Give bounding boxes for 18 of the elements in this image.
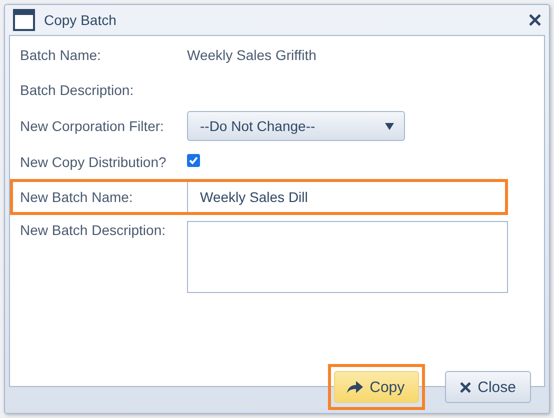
field-value: Weekly Sales Griffith (187, 46, 316, 64)
field-label: New Batch Name: (20, 188, 134, 206)
field-label: Batch Name: (20, 46, 102, 64)
field-label: New Copy Distribution? (20, 153, 168, 171)
window-title: Copy Batch (44, 12, 118, 28)
dropdown-arrow-icon (385, 122, 394, 130)
corporation-dropdown[interactable]: --Do Not Change-- (187, 111, 405, 141)
copy-button[interactable]: Copy (334, 371, 419, 403)
field-label: Batch Description: (20, 81, 135, 99)
close-icon (460, 382, 471, 392)
field-label: New Corporation Filter: (20, 117, 165, 135)
close-icon[interactable] (529, 14, 541, 26)
checkbox[interactable] (187, 154, 200, 167)
window-icon (13, 9, 35, 31)
field-label: New Batch Description: (20, 221, 167, 239)
description-field[interactable] (187, 221, 508, 293)
close-button[interactable]: Close (444, 371, 531, 403)
forward-arrow-icon (346, 381, 363, 393)
